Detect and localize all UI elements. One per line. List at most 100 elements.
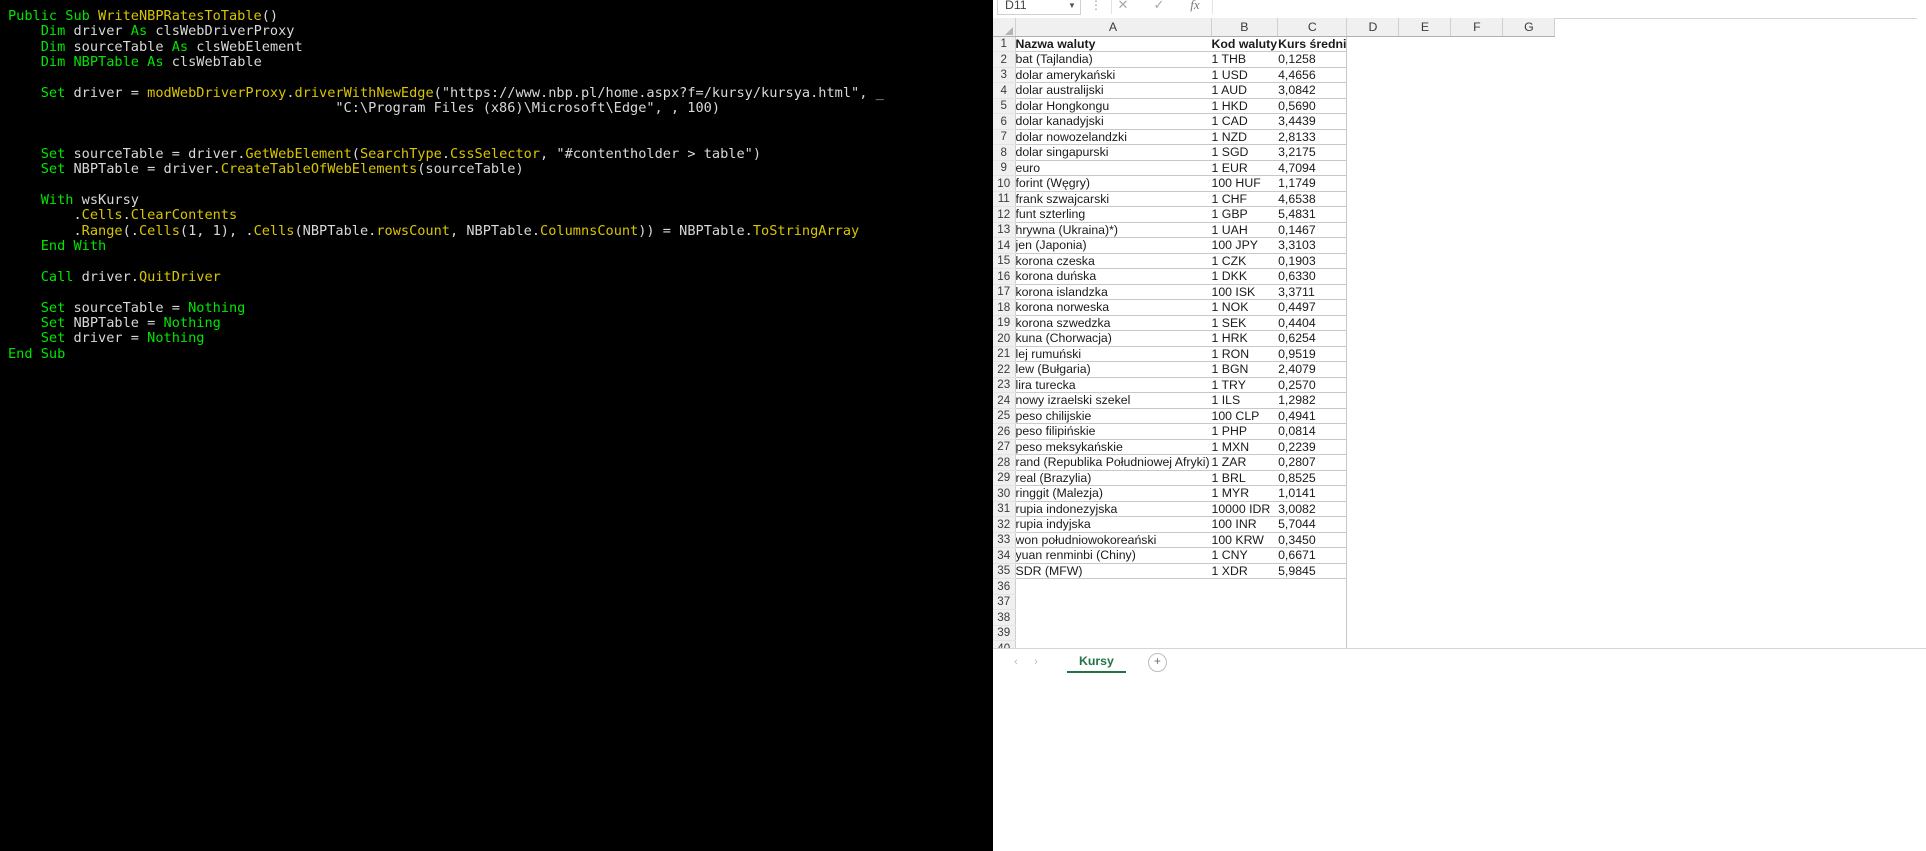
cell-g37[interactable] [1502,594,1555,610]
cell-c11[interactable]: 4,6538 [1277,191,1348,207]
row-header-40[interactable]: 40 [993,640,1016,648]
cell-g1[interactable] [1502,36,1555,52]
cell-e10[interactable] [1398,175,1451,191]
table-row[interactable]: 35 SDR (MFW) 1 XDR 5,9845 [993,563,1555,579]
cell-f16[interactable] [1450,268,1503,284]
cell-d33[interactable] [1346,532,1399,548]
row-header-11[interactable]: 11 [993,191,1016,207]
cell-c1[interactable]: Kurs średni [1277,36,1348,52]
cell-g39[interactable] [1502,625,1555,641]
row-header-10[interactable]: 10 [993,175,1016,192]
table-row[interactable]: 18 korona norweska 1 NOK 0,4497 [993,299,1555,316]
cell-a21[interactable]: lej rumuński [1015,346,1211,362]
cell-f21[interactable] [1450,346,1503,362]
name-box[interactable]: D11 ▼ [997,0,1081,15]
select-all-corner[interactable] [993,18,1016,37]
cell-a32[interactable]: rupia indyjska [1015,516,1211,533]
row-header-25[interactable]: 25 [993,408,1016,424]
cell-c34[interactable]: 0,6671 [1277,547,1348,564]
row-header-38[interactable]: 38 [993,609,1016,626]
cell-f17[interactable] [1450,284,1503,300]
cell-c2[interactable]: 0,1258 [1277,51,1348,68]
cell-f13[interactable] [1450,222,1503,238]
cell-c35[interactable]: 5,9845 [1277,563,1348,579]
cell-b28[interactable]: 1 ZAR [1211,454,1278,471]
row-header-34[interactable]: 34 [993,547,1016,564]
cell-a22[interactable]: lew (Bułgaria) [1015,361,1211,378]
row-header-5[interactable]: 5 [993,98,1016,114]
cell-a35[interactable]: SDR (MFW) [1015,563,1211,579]
cell-a5[interactable]: dolar Hongkongu [1015,98,1211,114]
cell-g36[interactable] [1502,578,1555,594]
cell-f25[interactable] [1450,408,1503,424]
cell-b36[interactable] [1211,578,1278,594]
table-row[interactable]: 11 frank szwajcarski 1 CHF 4,6538 [993,191,1555,207]
cell-f8[interactable] [1450,144,1503,160]
cell-b9[interactable]: 1 EUR [1211,160,1278,176]
cell-g3[interactable] [1502,67,1555,83]
cell-c25[interactable]: 0,4941 [1277,408,1348,424]
cell-e32[interactable] [1398,516,1451,532]
cell-c22[interactable]: 2,4079 [1277,361,1348,378]
table-row[interactable]: 13 hrywna (Ukraina)*) 1 UAH 0,1467 [993,222,1555,238]
cell-a29[interactable]: real (Brazylia) [1015,470,1211,486]
row-header-28[interactable]: 28 [993,454,1016,471]
cell-d36[interactable] [1346,578,1399,594]
cell-g19[interactable] [1502,315,1555,331]
cell-g20[interactable] [1502,330,1555,346]
cell-e19[interactable] [1398,315,1451,331]
cell-b8[interactable]: 1 SGD [1211,144,1278,161]
table-row[interactable]: 40 [993,640,1555,648]
cell-d14[interactable] [1346,237,1399,253]
cell-e40[interactable] [1398,640,1451,648]
cell-c33[interactable]: 0,3450 [1277,532,1348,548]
cell-g14[interactable] [1502,237,1555,253]
table-row[interactable]: 12 funt szterling 1 GBP 5,4831 [993,206,1555,223]
row-header-9[interactable]: 9 [993,160,1016,176]
cell-f10[interactable] [1450,175,1503,191]
cell-d39[interactable] [1346,625,1399,641]
cell-f35[interactable] [1450,563,1503,579]
cell-d13[interactable] [1346,222,1399,238]
sheet-tab-kursy[interactable]: Kursy [1067,651,1126,673]
column-header-f[interactable]: F [1450,18,1504,37]
cell-c13[interactable]: 0,1467 [1277,222,1348,238]
cell-e5[interactable] [1398,98,1451,114]
cell-a37[interactable] [1015,594,1211,610]
row-header-19[interactable]: 19 [993,315,1016,331]
cell-d37[interactable] [1346,594,1399,610]
cell-g25[interactable] [1502,408,1555,424]
cell-b38[interactable] [1211,609,1278,625]
cell-b18[interactable]: 1 NOK [1211,299,1278,316]
cell-a12[interactable]: funt szterling [1015,206,1211,223]
cell-d21[interactable] [1346,346,1399,362]
cell-f3[interactable] [1450,67,1503,83]
row-header-18[interactable]: 18 [993,299,1016,316]
row-header-12[interactable]: 12 [993,206,1016,223]
cell-c27[interactable]: 0,2239 [1277,439,1348,455]
cell-e37[interactable] [1398,594,1451,610]
cell-c31[interactable]: 3,0082 [1277,501,1348,517]
cell-e27[interactable] [1398,439,1451,455]
cell-g40[interactable] [1502,640,1555,648]
cell-d38[interactable] [1346,609,1399,625]
cell-g33[interactable] [1502,532,1555,548]
cell-d27[interactable] [1346,439,1399,455]
cell-b22[interactable]: 1 BGN [1211,361,1278,378]
cell-c40[interactable] [1277,640,1348,648]
table-row[interactable]: 31 rupia indonezyjska 10000 IDR 3,0082 [993,501,1555,517]
row-header-36[interactable]: 36 [993,578,1016,595]
cell-a38[interactable] [1015,609,1211,625]
table-row[interactable]: 36 [993,578,1555,595]
cell-d12[interactable] [1346,206,1399,222]
cell-b2[interactable]: 1 THB [1211,51,1278,68]
cell-e35[interactable] [1398,563,1451,579]
cell-c17[interactable]: 3,3711 [1277,284,1348,300]
cell-b35[interactable]: 1 XDR [1211,563,1278,579]
cell-c7[interactable]: 2,8133 [1277,129,1348,145]
code-surface[interactable]: Public Sub WriteNBPRatesToTable() Dim dr… [0,0,993,485]
cell-g35[interactable] [1502,563,1555,579]
cell-d17[interactable] [1346,284,1399,300]
cell-a31[interactable]: rupia indonezyjska [1015,501,1211,517]
cell-a14[interactable]: jen (Japonia) [1015,237,1211,254]
